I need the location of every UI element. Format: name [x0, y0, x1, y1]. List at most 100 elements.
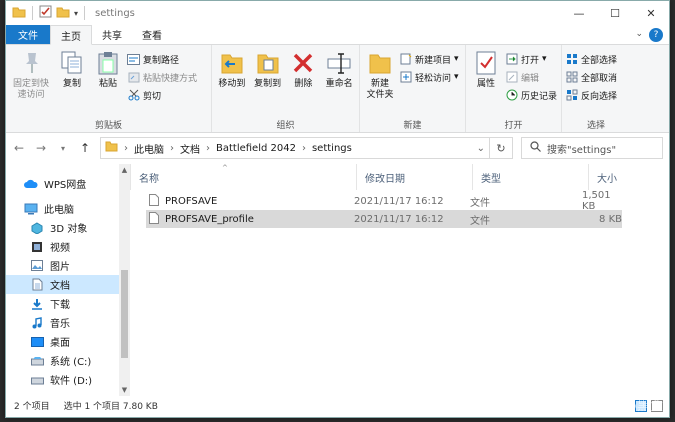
download-icon — [30, 297, 44, 311]
new-folder-icon — [366, 49, 394, 77]
copy-button[interactable]: 复制 — [55, 47, 89, 90]
tab-file[interactable]: 文件 — [6, 25, 50, 44]
nav-item-music[interactable]: 音乐 — [6, 313, 130, 332]
desktop-icon — [30, 335, 44, 349]
scroll-down-icon[interactable]: ▼ — [119, 386, 130, 394]
chevron-right-icon[interactable]: › — [302, 143, 306, 154]
invert-selection-icon — [565, 89, 578, 102]
scroll-thumb[interactable] — [121, 270, 128, 358]
nav-item-drive-c[interactable]: 系统 (C:) — [6, 351, 130, 370]
new-item-button[interactable]: 新建项目 ▾ — [399, 51, 459, 67]
column-type[interactable]: 类型 — [472, 164, 588, 190]
breadcrumb-battlefield[interactable]: Battlefield 2042 — [216, 143, 296, 154]
column-size[interactable]: 大小 — [588, 164, 656, 190]
history-button[interactable]: 历史记录 — [505, 87, 557, 103]
close-button[interactable]: ✕ — [633, 1, 669, 25]
move-to-button[interactable]: 移动到 — [215, 47, 249, 90]
properties-check-icon[interactable] — [39, 5, 52, 21]
up-arrow-icon[interactable]: ↑ — [78, 141, 92, 155]
file-list: ^ 名称 修改日期 类型 大小 PROFSAVE 2021/11/17 16:1… — [130, 164, 669, 396]
new-item-icon — [399, 53, 412, 66]
new-group: 新建 文件夹 新建项目 ▾ 轻松访问 ▾ 新建 — [360, 45, 466, 132]
nav-scrollbar[interactable]: ▲ ▼ — [119, 164, 130, 396]
tab-view[interactable]: 查看 — [132, 25, 172, 44]
pin-quick-access-button[interactable]: 固定到快 速访问 — [9, 47, 53, 101]
copy-to-icon — [254, 49, 282, 77]
nav-item-this-pc[interactable]: 此电脑 — [6, 199, 130, 218]
maximize-button[interactable]: ☐ — [597, 1, 633, 25]
breadcrumb-documents[interactable]: 文档 — [180, 141, 200, 156]
paste-shortcut-button[interactable]: 粘贴快捷方式 — [127, 69, 197, 85]
folder-icon — [12, 6, 26, 21]
properties-icon — [472, 49, 500, 77]
folder-icon — [105, 141, 118, 155]
easy-access-button[interactable]: 轻松访问 ▾ — [399, 69, 459, 85]
rename-button[interactable]: 重命名 — [322, 47, 356, 90]
ribbon-tabs: 文件 主页 共享 查看 ⌄ ? — [6, 25, 669, 45]
table-row[interactable]: PROFSAVE_profile 2021/11/17 16:12 文件 8 K… — [146, 210, 622, 228]
delete-button[interactable]: 删除 — [287, 47, 321, 90]
nav-item-pictures[interactable]: 图片 — [6, 256, 130, 275]
nav-item-desktop[interactable]: 桌面 — [6, 332, 130, 351]
pin-icon — [17, 49, 45, 77]
properties-button[interactable]: 属性 — [469, 47, 503, 90]
nav-item-3d-objects[interactable]: 3D 对象 — [6, 218, 130, 237]
select-all-button[interactable]: 全部选择 — [565, 51, 617, 67]
column-date[interactable]: 修改日期 — [356, 164, 472, 190]
search-input[interactable]: 搜索"settings" — [521, 137, 663, 159]
breadcrumb-this-pc[interactable]: 此电脑 — [134, 141, 164, 156]
cloud-icon — [24, 177, 38, 191]
video-icon — [30, 240, 44, 254]
chevron-right-icon[interactable]: › — [124, 143, 128, 154]
move-to-icon — [218, 49, 246, 77]
chevron-down-icon[interactable]: ⌄ — [477, 143, 485, 154]
new-group-label: 新建 — [403, 121, 422, 131]
music-icon — [30, 316, 44, 330]
open-button[interactable]: 打开 ▾ — [505, 51, 557, 67]
minimize-button[interactable]: — — [561, 1, 597, 25]
nav-item-videos[interactable]: 视频 — [6, 237, 130, 256]
cut-button[interactable]: 剪切 — [127, 87, 197, 103]
select-group-label: 选择 — [586, 121, 605, 131]
refresh-button[interactable]: ↻ — [489, 137, 513, 159]
tab-home[interactable]: 主页 — [50, 25, 92, 45]
nav-item-wps-cloud[interactable]: WPS网盘 — [6, 174, 130, 193]
new-folder-quick-icon[interactable] — [56, 6, 70, 21]
divider — [84, 6, 86, 20]
clipboard-group-label: 剪贴板 — [94, 121, 122, 131]
file-date: 2021/11/17 16:12 — [354, 213, 444, 225]
copy-to-button[interactable]: 复制到 — [251, 47, 285, 90]
recent-locations-icon[interactable]: ▾ — [56, 144, 70, 153]
invert-selection-button[interactable]: 反向选择 — [565, 87, 617, 103]
new-folder-button[interactable]: 新建 文件夹 — [363, 47, 397, 101]
nav-item-documents[interactable]: 文档 — [6, 275, 130, 294]
cube-icon — [30, 221, 44, 235]
nav-item-drive-d[interactable]: 软件 (D:) — [6, 370, 130, 389]
nav-item-downloads[interactable]: 下载 — [6, 294, 130, 313]
forward-arrow-icon[interactable]: → — [34, 141, 48, 155]
select-none-button[interactable]: 全部取消 — [565, 69, 617, 85]
open-group: 属性 打开 ▾ 编辑 历史记录 打开 — [466, 45, 562, 132]
address-bar[interactable]: › 此电脑 › 文档 › Battlefield 2042 › settings… — [100, 137, 490, 159]
column-name[interactable]: 名称 — [130, 164, 356, 190]
chevron-right-icon[interactable]: › — [170, 143, 174, 154]
chevron-right-icon[interactable]: › — [206, 143, 210, 154]
rename-icon — [325, 49, 353, 77]
chevron-down-icon[interactable]: ▾ — [74, 9, 78, 18]
window-title: settings — [95, 7, 135, 19]
item-count: 2 个项目 — [14, 402, 50, 412]
title-bar: ▾ settings — ☐ ✕ — [6, 1, 669, 25]
help-icon[interactable]: ? — [649, 28, 663, 42]
tab-share[interactable]: 共享 — [92, 25, 132, 44]
selection-info: 选中 1 个项目 7.80 KB — [63, 402, 158, 412]
copy-path-button[interactable]: 复制路径 — [127, 51, 197, 67]
back-arrow-icon[interactable]: ← — [12, 141, 26, 155]
paste-button[interactable]: 粘贴 — [91, 47, 125, 90]
table-row[interactable]: PROFSAVE 2021/11/17 16:12 文件 1,501 KB — [146, 190, 622, 212]
breadcrumb-settings[interactable]: settings — [312, 143, 352, 154]
delete-x-icon — [289, 49, 317, 77]
file-name: PROFSAVE — [165, 195, 218, 207]
collapse-ribbon-icon[interactable]: ⌄ — [635, 29, 643, 39]
scroll-up-icon[interactable]: ▲ — [119, 166, 130, 174]
edit-button[interactable]: 编辑 — [505, 69, 557, 85]
